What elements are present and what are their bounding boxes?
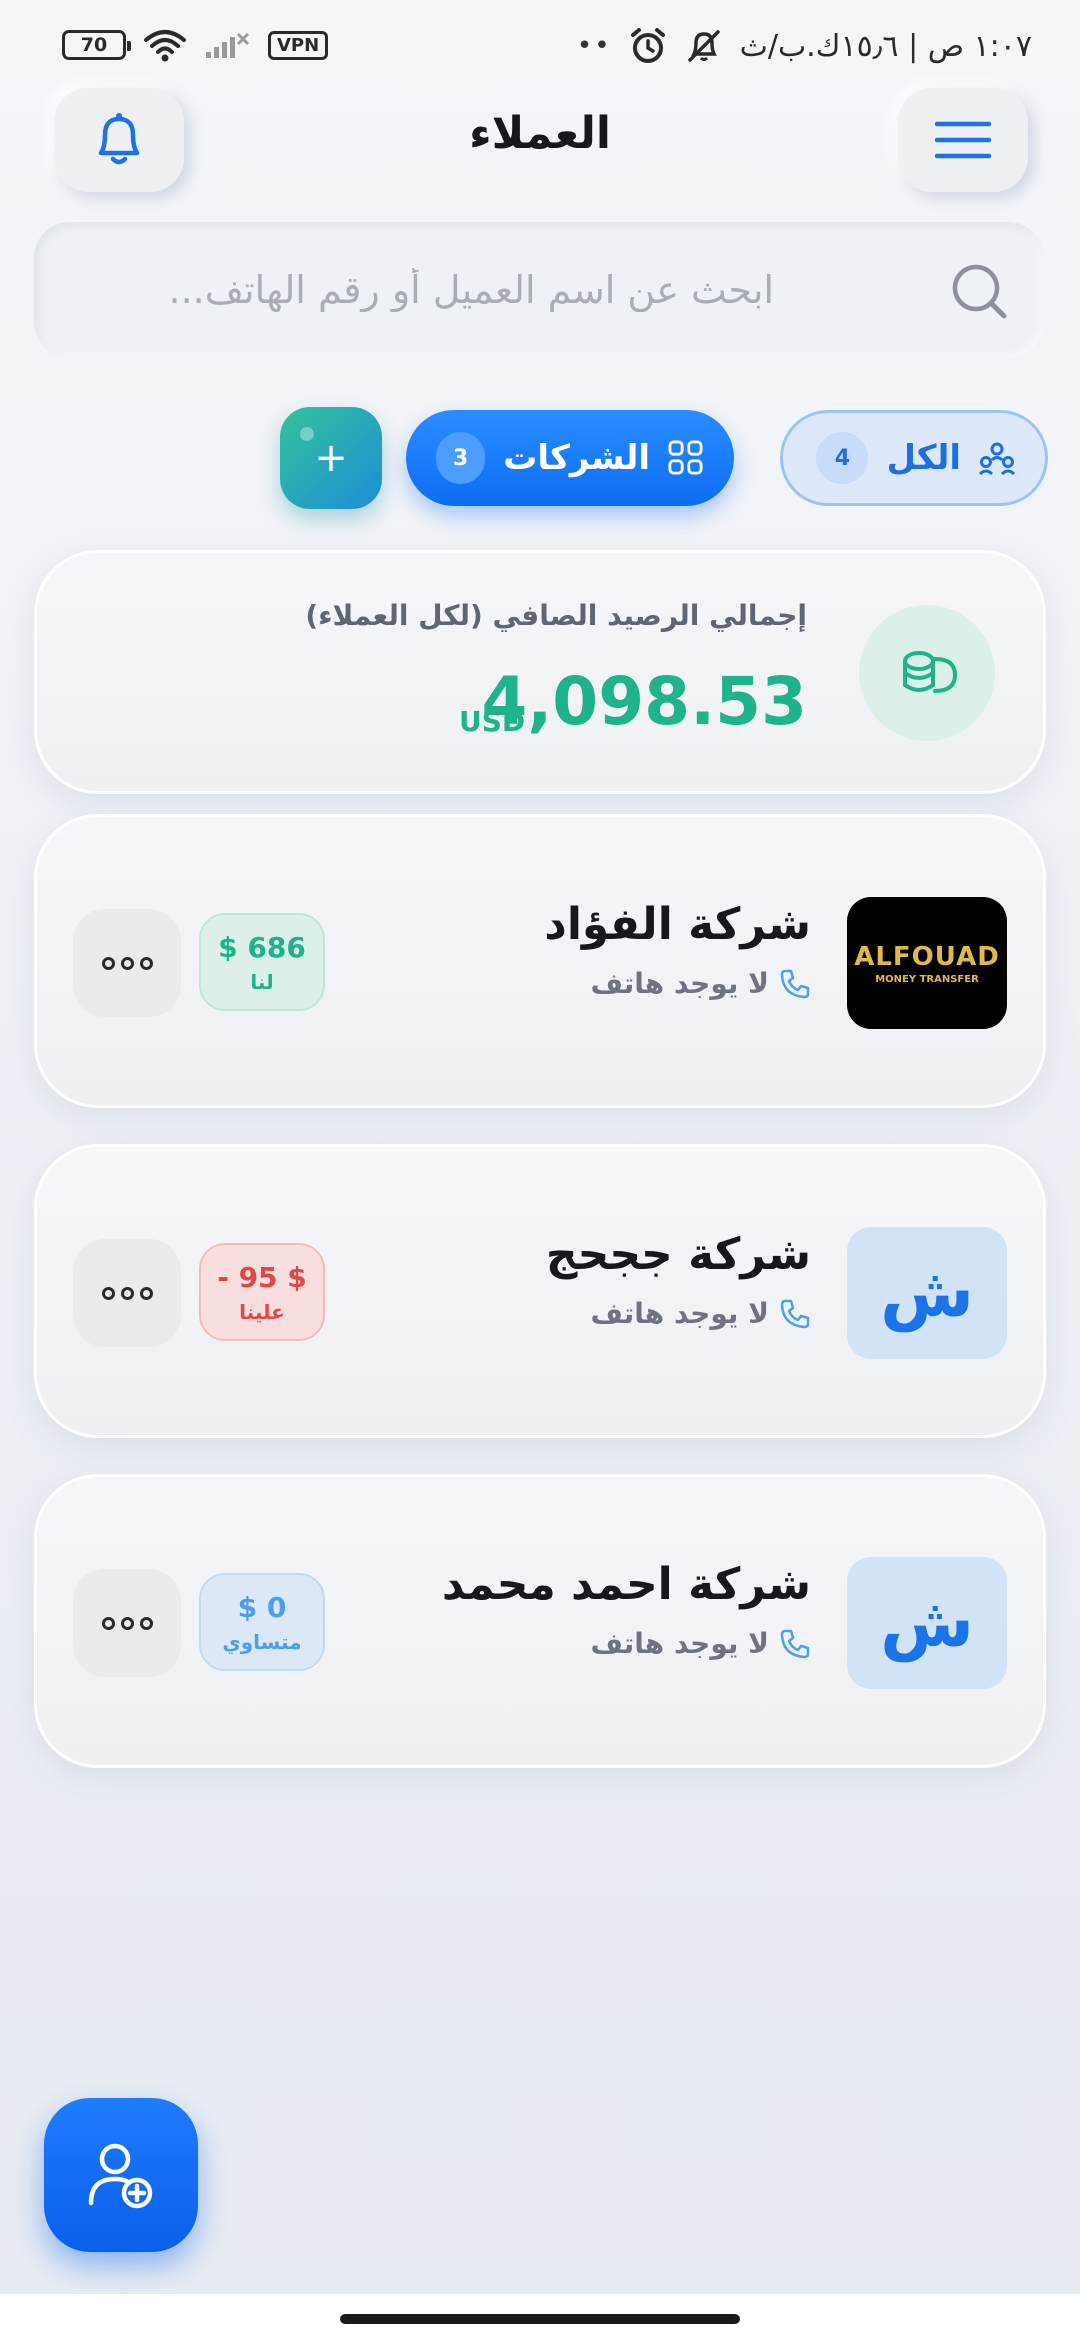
client-avatar: ش <box>847 1557 1007 1689</box>
people-icon <box>979 442 1015 476</box>
balance-amount: $ 686 <box>218 930 306 964</box>
home-indicator[interactable] <box>340 2314 740 2324</box>
client-phone: لا يوجد هاتف <box>590 1297 811 1330</box>
filter-companies-tab[interactable]: الشركات 3 <box>406 410 734 506</box>
net-balance-label: إجمالي الرصيد الصافي (لكل العملاء) <box>305 599 807 632</box>
notification-dots: •• <box>576 31 612 61</box>
search-input[interactable] <box>34 268 774 312</box>
client-phone: لا يوجد هاتف <box>590 967 811 1000</box>
filter-companies-count: 3 <box>436 432 486 484</box>
add-user-icon <box>88 2143 153 2209</box>
menu-icon <box>935 121 991 159</box>
search-icon <box>952 264 1007 319</box>
balance-note: لنا <box>250 969 274 994</box>
balance-badge: $ 0 متساوي <box>199 1573 325 1671</box>
system-nav-bar <box>0 2294 1080 2340</box>
phone-icon <box>780 1299 810 1328</box>
client-phone-text: لا يوجد هاتف <box>590 1627 769 1660</box>
logo-text: ALFOUAD <box>854 941 1000 972</box>
balance-amount: $ 0 <box>237 1590 287 1624</box>
coins-icon <box>859 605 995 741</box>
mute-bell-icon <box>687 30 720 62</box>
balance-note: متساوي <box>222 1629 302 1654</box>
more-icon <box>101 956 115 970</box>
net-balance-card: إجمالي الرصيد الصافي (لكل العملاء) 4,098… <box>34 550 1046 794</box>
alarm-icon <box>630 28 665 63</box>
more-options-button[interactable] <box>73 1569 181 1677</box>
client-logo: ALFOUAD MONEY TRANSFER <box>847 897 1007 1029</box>
client-avatar: ش <box>847 1227 1007 1359</box>
add-client-button[interactable] <box>44 2098 198 2252</box>
balance-amount: - 95 $ <box>217 1260 307 1294</box>
balance-badge: - 95 $ علينا <box>199 1243 325 1341</box>
client-name: شركة ججحج <box>545 1229 811 1280</box>
plus-icon: + <box>314 435 348 481</box>
filter-all-label: الكل <box>886 438 961 478</box>
phone-icon <box>780 969 810 998</box>
more-options-button[interactable] <box>73 909 181 1017</box>
net-balance-amount: 4,098.53 <box>481 663 807 740</box>
phone-icon <box>780 1629 810 1658</box>
vpn-badge: VPN <box>268 30 329 60</box>
more-options-button[interactable] <box>73 1239 181 1347</box>
client-phone-text: لا يوجد هاتف <box>590 967 769 1000</box>
battery-icon: 70 <box>62 30 131 60</box>
client-phone-text: لا يوجد هاتف <box>590 1297 769 1330</box>
filter-all-count: 4 <box>816 432 869 484</box>
more-icon <box>101 1286 115 1300</box>
filter-all-tab[interactable]: الكل 4 <box>780 410 1048 506</box>
more-icon <box>101 1616 115 1630</box>
client-card[interactable]: ش شركة احمد محمد لا يوجد هاتف $ 0 متساوي <box>34 1474 1046 1768</box>
status-bar-right: •• ١:٠٧ ص | ١٥٫٦ك.ب/ث <box>577 26 1032 66</box>
logo-subtext: MONEY TRANSFER <box>875 973 979 985</box>
search-bar[interactable] <box>34 222 1044 358</box>
balance-note: علينا <box>239 1299 285 1324</box>
signal-icon <box>206 32 250 58</box>
status-time: ١:٠٧ ص | ١٥٫٦ك.ب/ث <box>739 28 1032 64</box>
wifi-icon <box>144 30 186 62</box>
menu-button[interactable] <box>898 88 1028 192</box>
client-card[interactable]: ALFOUAD MONEY TRANSFER شركة الفؤاد لا يو… <box>34 814 1046 1108</box>
grid-icon <box>668 440 703 475</box>
balance-badge: $ 686 لنا <box>199 913 325 1011</box>
client-card[interactable]: ش شركة ججحج لا يوجد هاتف - 95 $ علينا <box>34 1144 1046 1438</box>
client-phone: لا يوجد هاتف <box>590 1627 811 1660</box>
net-balance-currency: USD <box>459 705 526 738</box>
filter-companies-label: الشركات <box>503 438 651 478</box>
add-filter-button[interactable]: + <box>280 407 382 509</box>
status-bar-left: 70 VPN <box>62 28 329 62</box>
status-bar: 70 VPN •• ١:٠٧ ص | ١٥٫٦ك.ب/ث <box>0 0 1080 92</box>
client-name: شركة الفؤاد <box>544 899 811 950</box>
client-name: شركة احمد محمد <box>441 1559 811 1610</box>
battery-level: 70 <box>80 34 108 56</box>
